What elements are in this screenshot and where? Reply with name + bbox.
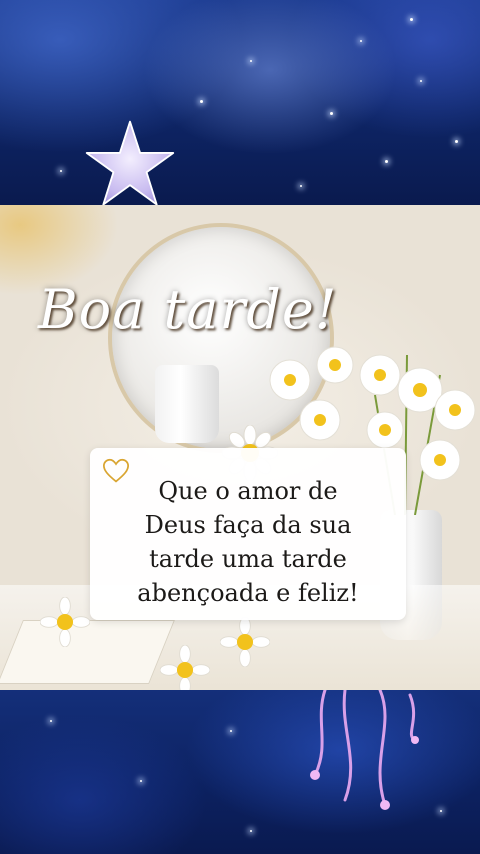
star-sparkle	[455, 140, 458, 143]
daisy-flower-icon	[220, 617, 270, 667]
star-sparkle	[420, 80, 422, 82]
star-sparkle	[330, 112, 333, 115]
message-line: tarde uma tarde	[149, 545, 347, 573]
star-sparkle	[250, 830, 252, 832]
star-sparkle	[200, 100, 203, 103]
message-text: Que o amor de Deus faça da sua tarde uma…	[90, 474, 406, 610]
greeting-title: Boa tarde!	[38, 278, 338, 341]
greeting-image: Boa tarde! Que o amor de Deus faça da su…	[0, 0, 480, 854]
star-sparkle	[50, 720, 52, 722]
starry-sky-top	[0, 0, 480, 205]
message-card: Que o amor de Deus faça da sua tarde uma…	[90, 448, 406, 620]
star-sparkle	[230, 730, 232, 732]
star-sparkle	[410, 18, 413, 21]
message-line: Que o amor de	[158, 477, 338, 505]
daisy-flower-icon	[40, 597, 90, 647]
starfish-icon	[85, 120, 175, 206]
message-line: abençoada e feliz!	[137, 579, 359, 607]
star-sparkle	[250, 60, 252, 62]
star-sparkle	[300, 185, 302, 187]
daisy-flower-icon	[160, 645, 210, 690]
star-sparkle	[140, 780, 142, 782]
star-sparkle	[360, 40, 362, 42]
small-vase	[155, 365, 219, 443]
jellyfish-tendrils	[310, 690, 419, 810]
star-sparkle	[60, 170, 62, 172]
star-sparkle	[385, 160, 388, 163]
message-line: Deus faça da sua	[144, 511, 352, 539]
